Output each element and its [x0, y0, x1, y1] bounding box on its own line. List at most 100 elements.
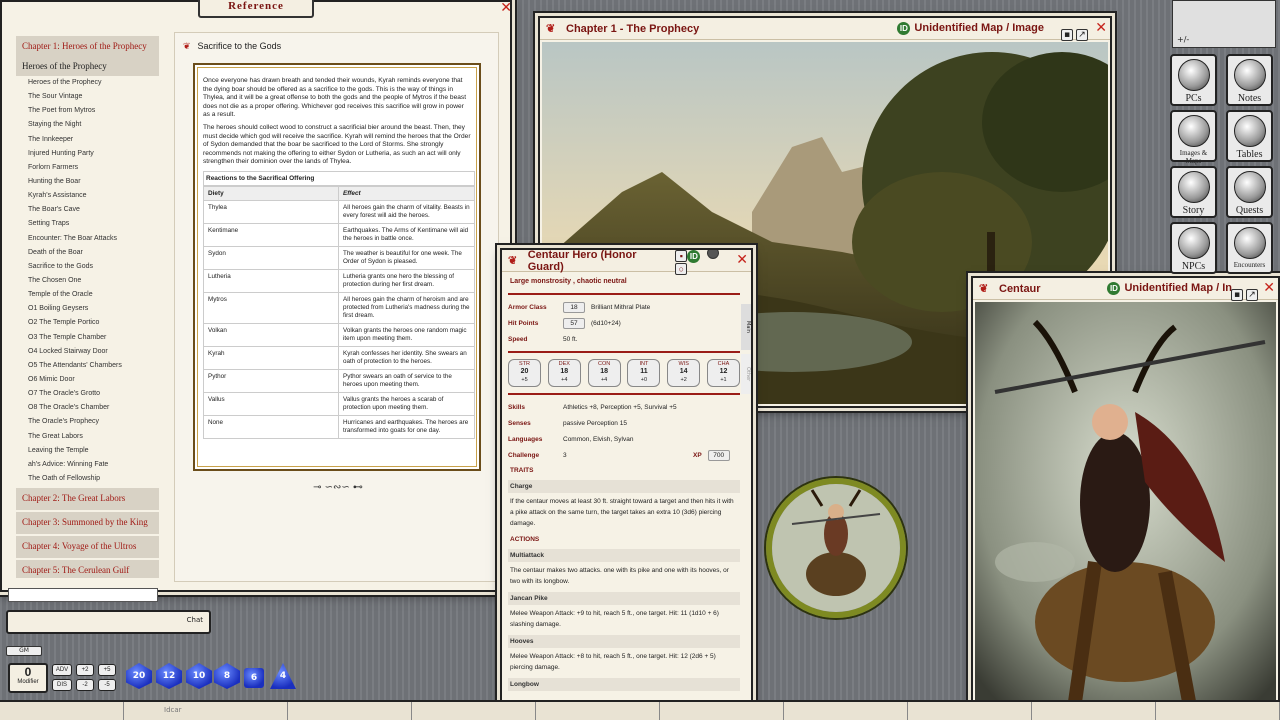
- senses-value[interactable]: passive Perception 15: [563, 420, 627, 427]
- plus-minus[interactable]: +/-: [1177, 35, 1189, 44]
- hotbar-slot[interactable]: Idcar: [124, 702, 288, 720]
- notes-button[interactable]: Notes: [1226, 54, 1273, 106]
- hotbar-slot[interactable]: [660, 702, 784, 720]
- hotbar-slot[interactable]: [288, 702, 412, 720]
- npcs-button[interactable]: NPCs: [1170, 222, 1217, 274]
- toc-item[interactable]: The Sour Vintage: [16, 90, 159, 104]
- hotbar-slot[interactable]: [536, 702, 660, 720]
- toc-item[interactable]: Leaving the Temple: [16, 444, 159, 458]
- hotbar-slot[interactable]: [1032, 702, 1156, 720]
- toc-item[interactable]: O4 Locked Stairway Door: [16, 345, 159, 359]
- action-text[interactable]: Melee Weapon Attack: +8 to hit, reach 5 …: [508, 648, 740, 676]
- toc-item[interactable]: O7 The Oracle's Grotto: [16, 387, 159, 401]
- ability-score[interactable]: DEX 18 +4: [547, 359, 581, 387]
- close-icon[interactable]: ✕: [500, 0, 512, 16]
- chat-input[interactable]: [8, 588, 158, 602]
- adv-button[interactable]: ADV: [52, 664, 72, 676]
- trait-text[interactable]: If the centaur moves at least 30 ft. str…: [508, 493, 740, 532]
- hp-note[interactable]: (6d10+24): [591, 320, 621, 327]
- languages-value[interactable]: Common, Elvish, Sylvan: [563, 436, 633, 443]
- ability-score[interactable]: CON 18 +4: [587, 359, 621, 387]
- toc-item[interactable]: The Innkeeper: [16, 133, 159, 147]
- toc-item[interactable]: O3 The Temple Chamber: [16, 331, 159, 345]
- d6-icon[interactable]: 6: [244, 668, 264, 688]
- xp-field[interactable]: 700: [707, 449, 730, 461]
- skills-value[interactable]: Athletics +8, Perception +5, Survival +5: [563, 404, 677, 411]
- ability-score[interactable]: CHA 12 +1: [706, 359, 740, 387]
- plus5-button[interactable]: +5: [98, 664, 116, 676]
- tables-button[interactable]: Tables: [1226, 110, 1273, 162]
- lock-icon[interactable]: ▪: [675, 250, 688, 262]
- toc-item[interactable]: The Great Labors: [16, 430, 159, 444]
- toc-chapter[interactable]: Chapter 5: The Cerulean Gulf: [16, 560, 159, 578]
- action-name[interactable]: Hooves: [508, 635, 740, 648]
- toc-item[interactable]: Encounter: The Boar Attacks: [16, 232, 159, 246]
- speed-value[interactable]: 50 ft.: [563, 336, 577, 343]
- action-text[interactable]: Melee Weapon Attack: +9 to hit, reach 5 …: [508, 605, 740, 633]
- popout-icon[interactable]: ↗: [1076, 29, 1088, 41]
- modifier-value[interactable]: 0: [10, 665, 46, 679]
- toc-item[interactable]: The Oath of Fellowship: [16, 472, 159, 486]
- quests-button[interactable]: Quests: [1226, 166, 1273, 218]
- toc-item[interactable]: Forlorn Farmers: [16, 161, 159, 175]
- toc-item[interactable]: Injured Hunting Party: [16, 147, 159, 161]
- ac-field[interactable]: 18: [563, 301, 585, 313]
- chat-label[interactable]: Chat: [187, 616, 203, 624]
- minus5-button[interactable]: -5: [98, 679, 116, 691]
- lock-icon[interactable]: ▪: [1231, 289, 1243, 301]
- ability-score[interactable]: STR 20 +5: [508, 359, 541, 387]
- toc-chapter-1[interactable]: Chapter 1: Heroes of the Prophecy: [16, 36, 159, 58]
- toc-item[interactable]: The Poet from Mytros: [16, 104, 159, 118]
- plus2-button[interactable]: +2: [76, 664, 94, 676]
- ability-score[interactable]: INT 11 +0: [627, 359, 661, 387]
- toc-item[interactable]: O8 The Oracle's Chamber: [16, 401, 159, 415]
- hotbar-slot[interactable]: [0, 702, 124, 720]
- toc-item[interactable]: Temple of the Oracle: [16, 288, 159, 302]
- toc-item[interactable]: Kyrah's Assistance: [16, 189, 159, 203]
- action-name[interactable]: Jancan Pike: [508, 592, 740, 605]
- lock-icon[interactable]: ▪: [1061, 29, 1073, 41]
- toc-item[interactable]: The Chosen One: [16, 274, 159, 288]
- hotbar-slot[interactable]: [908, 702, 1032, 720]
- toc-item[interactable]: Heroes of the Prophecy: [16, 76, 159, 90]
- toc-item[interactable]: ah's Advice: Winning Fate: [16, 458, 159, 472]
- hotbar-slot[interactable]: [412, 702, 536, 720]
- close-icon[interactable]: ✕: [736, 252, 748, 268]
- close-icon[interactable]: ✕: [1095, 20, 1107, 36]
- toc-chapter[interactable]: Chapter 4: Voyage of the Ultros: [16, 536, 159, 559]
- toc-item[interactable]: O2 The Temple Portico: [16, 316, 159, 330]
- toc-item[interactable]: The Boar's Cave: [16, 203, 159, 217]
- encounters-button[interactable]: Encounters: [1226, 222, 1273, 274]
- toc-section[interactable]: Heroes of the Prophecy: [16, 58, 159, 76]
- tab-main[interactable]: Main: [741, 304, 751, 350]
- modifier-box[interactable]: 0 Modifier: [8, 663, 48, 693]
- toc-chapter[interactable]: Chapter 2: The Great Labors: [16, 488, 159, 511]
- action-name[interactable]: Multiattack: [508, 549, 740, 562]
- toc-item[interactable]: The Oracle's Prophecy: [16, 415, 159, 429]
- chat-icon[interactable]: ○: [675, 262, 688, 275]
- popout-icon[interactable]: ↗: [1246, 289, 1258, 301]
- tab-other[interactable]: Other: [741, 354, 751, 394]
- toc-item[interactable]: Staying the Night: [16, 118, 159, 132]
- trait-name[interactable]: Charge: [508, 480, 740, 493]
- toc-item[interactable]: O5 The Attendants' Chambers: [16, 359, 159, 373]
- toc-item[interactable]: O1 Boiling Geysers: [16, 302, 159, 316]
- toc-item[interactable]: Sacrifice to the Gods: [16, 260, 159, 274]
- action-text[interactable]: The centaur makes two attacks. one with …: [508, 562, 740, 590]
- toc-item[interactable]: Hunting the Boar: [16, 175, 159, 189]
- toc-item[interactable]: Death of the Boar: [16, 246, 159, 260]
- toc-item[interactable]: Setting Traps: [16, 217, 159, 231]
- challenge-value[interactable]: 3: [563, 452, 693, 459]
- minus2-button[interactable]: -2: [76, 679, 94, 691]
- npc-name[interactable]: Centaur Hero (Honor Guard): [528, 250, 673, 273]
- story-button[interactable]: Story: [1170, 166, 1217, 218]
- id-icon[interactable]: ID: [687, 250, 701, 263]
- ac-note[interactable]: Brilliant Mithral Plate: [591, 304, 650, 311]
- toc-item[interactable]: O6 Mimic Door: [16, 373, 159, 387]
- centaur-token[interactable]: [766, 478, 906, 618]
- close-icon[interactable]: ✕: [1263, 280, 1275, 296]
- action-name[interactable]: Longbow: [508, 678, 740, 691]
- toc-chapter[interactable]: Chapter 3: Summoned by the King: [16, 512, 159, 535]
- pcs-button[interactable]: PCs: [1170, 54, 1217, 106]
- hotbar-slot[interactable]: [1156, 702, 1280, 720]
